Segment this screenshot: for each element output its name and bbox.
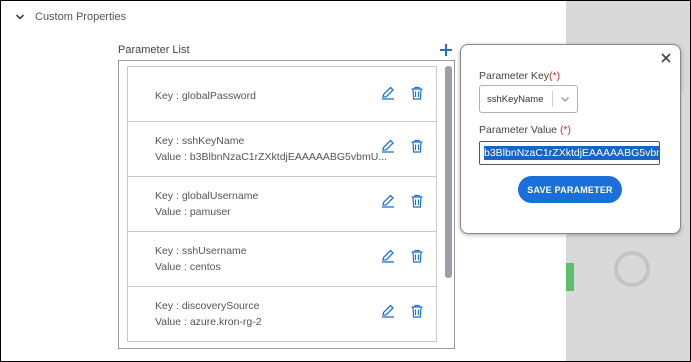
parameter-list[interactable]: Key : globalPassword Key : sshKeyName Valu… xyxy=(118,60,455,349)
trash-icon[interactable] xyxy=(410,249,424,263)
pencil-icon[interactable] xyxy=(381,304,395,318)
parameter-key-select[interactable]: sshKeyName xyxy=(479,85,578,113)
parameter-list-item: Key : discoverySource Value : azure.kron-… xyxy=(127,287,437,342)
save-parameter-button[interactable]: SAVE PARAMETER xyxy=(518,176,622,203)
required-marker: (*) xyxy=(559,124,572,136)
parameter-list-item: Key : sshUsername Value : centos xyxy=(127,232,437,287)
trash-icon[interactable] xyxy=(410,194,424,208)
chevron-down-icon[interactable] xyxy=(15,12,25,22)
background-status-bar xyxy=(566,263,574,291)
app-frame: Custom Properties Parameter List Key : g… xyxy=(1,1,690,361)
pencil-icon[interactable] xyxy=(381,86,395,100)
parameter-key-text: Key : globalUsername xyxy=(155,190,259,202)
parameter-list-item: Key : sshKeyName Value : b3BlbnNzaC1rZXkt… xyxy=(127,122,437,177)
trash-icon[interactable] xyxy=(410,86,424,100)
trash-icon[interactable] xyxy=(410,139,424,153)
parameter-popup: Parameter Key(*) sshKeyName Parameter Va… xyxy=(460,44,681,234)
parameter-value-label: Parameter Value (*) xyxy=(479,124,571,136)
parameter-list-items: Key : globalPassword Key : sshKeyName Valu… xyxy=(127,66,437,342)
parameter-list-label: Parameter List xyxy=(118,44,190,56)
plus-icon[interactable] xyxy=(439,43,453,57)
parameter-key-selected: sshKeyName xyxy=(487,93,544,105)
pencil-icon[interactable] xyxy=(381,139,395,153)
parameter-value-text: b3BlbnNzaC1rZXktdjEAAAAABG5vbmU xyxy=(484,146,659,160)
parameter-key-text: Key : sshUsername xyxy=(155,245,247,257)
parameter-value-text: Value : pamuser xyxy=(155,206,231,218)
parameter-list-item: Key : globalPassword xyxy=(127,66,437,122)
close-icon[interactable] xyxy=(660,51,672,63)
parameter-value-text: Value : centos xyxy=(155,261,221,273)
parameter-value-text: Value : b3BlbnNzaC1rZXktdjEAAAAABG5vbmU.… xyxy=(155,151,388,163)
parameter-value-input[interactable]: b3BlbnNzaC1rZXktdjEAAAAABG5vbmU xyxy=(479,141,660,165)
parameter-value-label-text: Parameter Value xyxy=(479,124,560,136)
section-title: Custom Properties xyxy=(35,11,127,23)
parameter-value-text: Value : azure.kron-rg-2 xyxy=(155,316,262,328)
chevron-down-icon[interactable] xyxy=(553,94,577,104)
pencil-icon[interactable] xyxy=(381,194,395,208)
scrollbar[interactable] xyxy=(445,66,452,278)
parameter-key-text: Key : sshKeyName xyxy=(155,135,245,147)
trash-icon[interactable] xyxy=(410,304,424,318)
parameter-list-item: Key : globalUsername Value : pamuser xyxy=(127,177,437,232)
pencil-icon[interactable] xyxy=(381,249,395,263)
background-spinner-icon xyxy=(614,251,650,287)
parameter-key-label: Parameter Key(*) xyxy=(479,70,560,82)
required-marker: (*) xyxy=(549,70,561,82)
parameter-key-text: Key : discoverySource xyxy=(155,300,260,312)
parameter-key-text: Key : globalPassword xyxy=(155,90,256,102)
parameter-key-label-text: Parameter Key xyxy=(479,70,550,82)
custom-properties-header[interactable]: Custom Properties xyxy=(15,11,126,23)
